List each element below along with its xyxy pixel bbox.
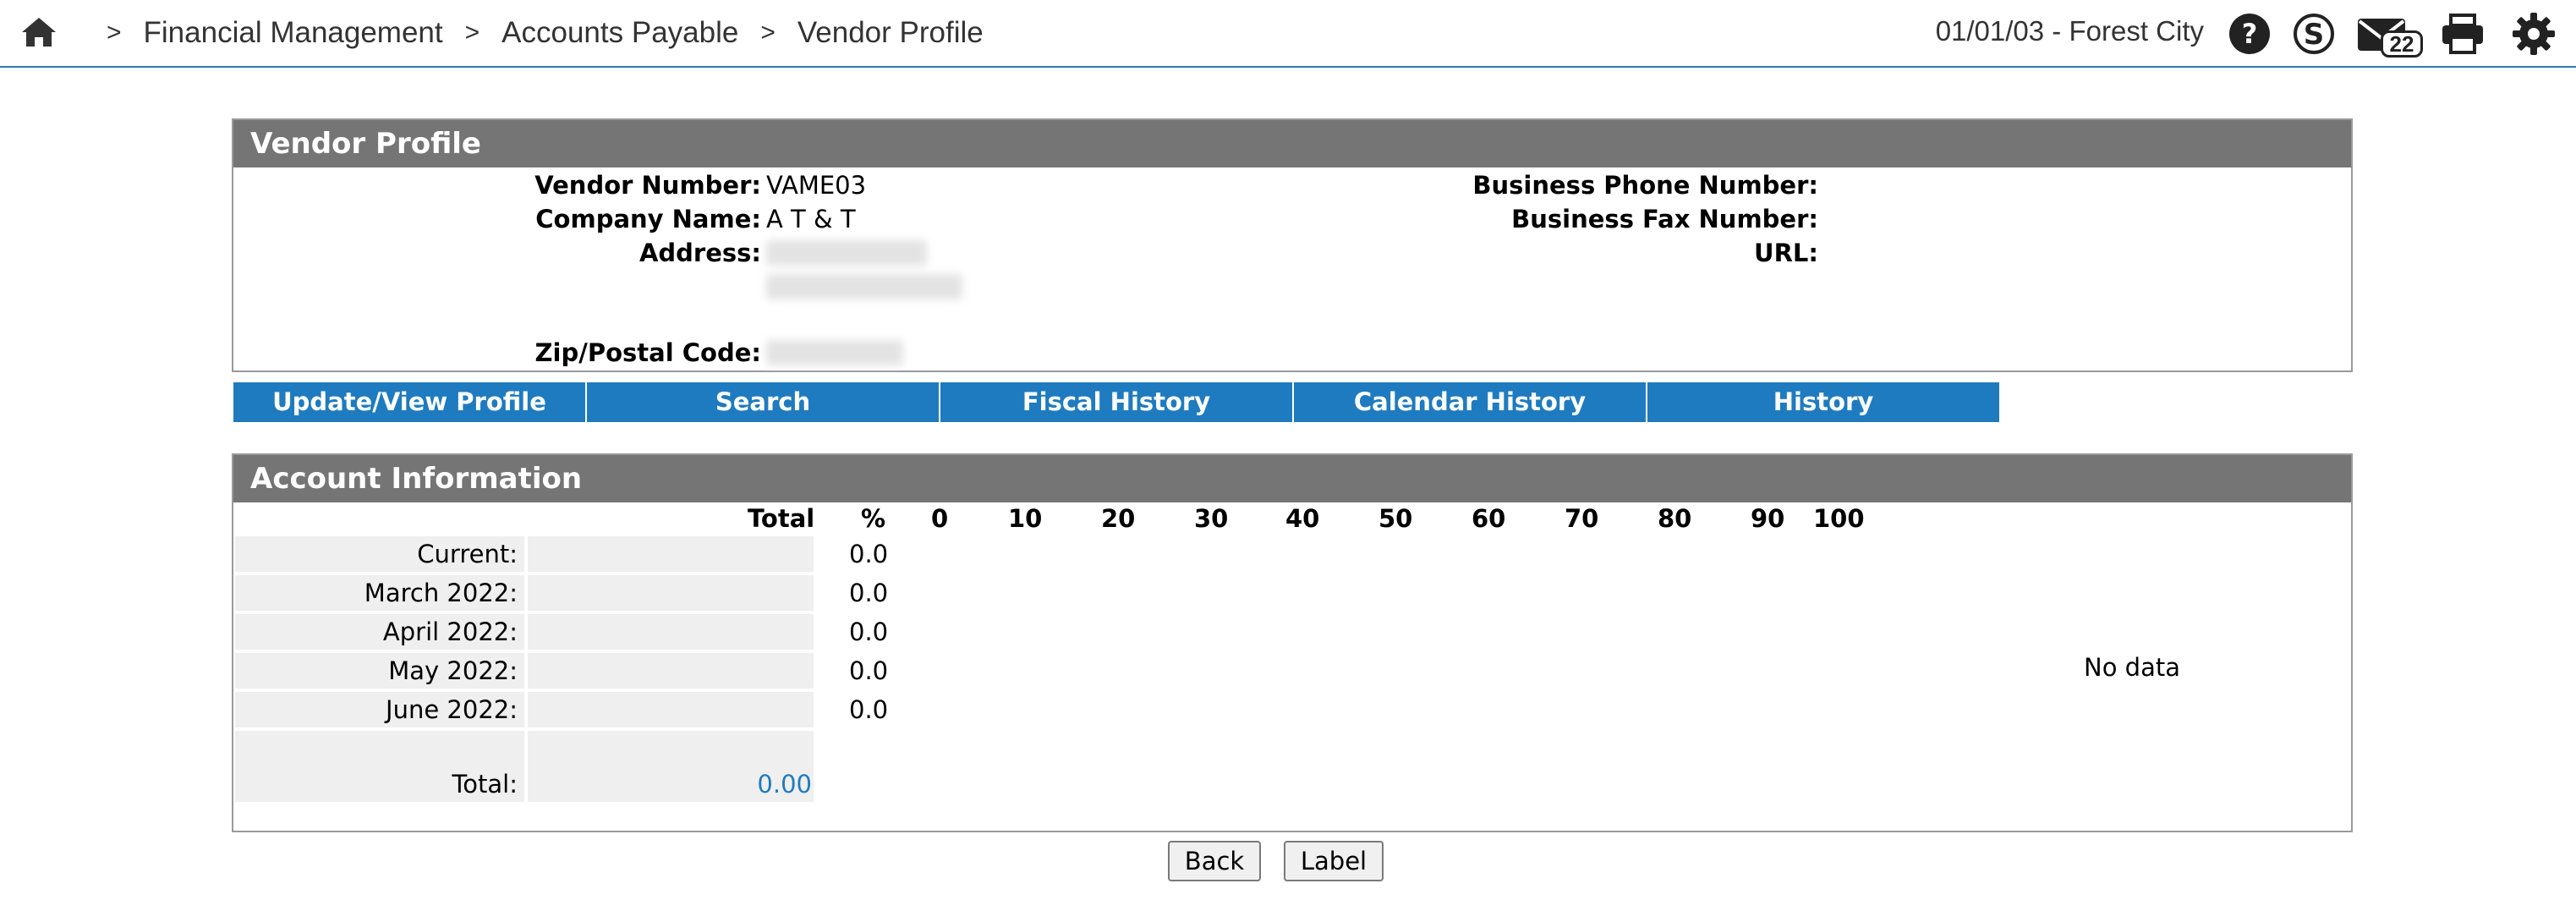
scale-label: 90 (1751, 504, 1785, 533)
home-icon[interactable] (20, 15, 58, 49)
scale-label: 0 (931, 504, 949, 533)
tab-update-view-profile[interactable]: Update/View Profile (233, 382, 585, 422)
breadcrumb-separator: > (464, 19, 480, 47)
scale-label: 10 (1008, 504, 1043, 533)
mail-count-badge: 22 (2381, 30, 2423, 58)
url-label: URL: (1754, 239, 1818, 267)
scale-label: 100 (1813, 504, 1865, 533)
zip-code-label: Zip/Postal Code: (534, 338, 761, 367)
tab-fiscal-history[interactable]: Fiscal History (940, 382, 1292, 422)
breadcrumb-vendor-profile: Vendor Profile (797, 16, 984, 49)
breadcrumb: > Financial Management > Accounts Payabl… (107, 12, 1006, 54)
row-total-may-2022 (528, 653, 814, 689)
row-pct-april-2022: 0.0 (849, 617, 889, 646)
settings-icon[interactable] (2512, 12, 2556, 56)
business-phone-label: Business Phone Number: (1472, 171, 1818, 200)
scale-label: 20 (1101, 504, 1136, 533)
row-pct-june-2022: 0.0 (849, 695, 889, 724)
svg-text:S: S (2304, 18, 2325, 52)
row-label-current: Current: (235, 536, 524, 572)
zip-code-redacted (766, 340, 903, 365)
label-button[interactable]: Label (1284, 841, 1384, 881)
row-label-march-2022: March 2022: (235, 575, 524, 611)
percent-column-header: % (861, 504, 886, 533)
tab-history[interactable]: History (1647, 382, 1999, 422)
row-label-empty (235, 731, 524, 766)
grand-total-label: Total: (235, 766, 524, 802)
row-pct-may-2022: 0.0 (849, 656, 889, 685)
help-icon[interactable]: ? (2228, 12, 2272, 56)
chart-no-data: No data (2084, 653, 2180, 682)
address-line-2-redacted (766, 274, 962, 299)
skyward-icon[interactable]: S (2292, 12, 2336, 56)
row-total-current (528, 536, 814, 572)
print-icon[interactable] (2441, 12, 2485, 56)
row-label-may-2022: May 2022: (235, 653, 524, 689)
row-total-march-2022 (528, 575, 814, 611)
svg-text:?: ? (2242, 18, 2258, 50)
scale-label: 40 (1285, 504, 1320, 533)
row-pct-march-2022: 0.0 (849, 579, 889, 607)
district-location: 01/01/03 - Forest City (1935, 15, 2204, 47)
row-total-april-2022 (528, 614, 814, 650)
row-total-june-2022 (528, 692, 814, 727)
total-column-header: Total (748, 504, 815, 533)
business-fax-label: Business Fax Number: (1511, 205, 1818, 233)
row-label-june-2022: June 2022: (235, 692, 524, 727)
vendor-tabs: Update/View Profile Search Fiscal Histor… (233, 382, 2001, 422)
breadcrumb-accounts-payable[interactable]: Accounts Payable (501, 16, 738, 50)
vendor-number-value: VAME03 (766, 171, 867, 200)
scale-label: 70 (1565, 504, 1599, 533)
tab-calendar-history[interactable]: Calendar History (1294, 382, 1646, 422)
row-label-april-2022: April 2022: (235, 614, 524, 650)
breadcrumb-separator: > (107, 19, 122, 47)
row-pct-current: 0.0 (849, 540, 889, 568)
breadcrumb-separator: > (760, 19, 776, 47)
company-name-value: A T & T (766, 205, 856, 233)
back-button[interactable]: Back (1168, 841, 1261, 881)
row-total-empty (528, 731, 814, 766)
address-label: Address: (639, 239, 761, 267)
tab-search[interactable]: Search (587, 382, 939, 422)
grand-total-value[interactable]: 0.00 (528, 766, 814, 802)
vendor-number-label: Vendor Number: (534, 171, 761, 200)
scale-label: 80 (1658, 504, 1692, 533)
scale-label: 60 (1472, 504, 1506, 533)
company-name-label: Company Name: (535, 205, 761, 233)
breadcrumb-financial-management[interactable]: Financial Management (144, 16, 443, 50)
top-bar: > Financial Management > Accounts Payabl… (0, 0, 2576, 68)
vendor-profile-title: Vendor Profile (233, 120, 2351, 167)
scale-label: 30 (1194, 504, 1229, 533)
address-line-1-redacted (766, 240, 927, 266)
account-information-title: Account Information (233, 455, 2351, 502)
scale-label: 50 (1378, 504, 1413, 533)
